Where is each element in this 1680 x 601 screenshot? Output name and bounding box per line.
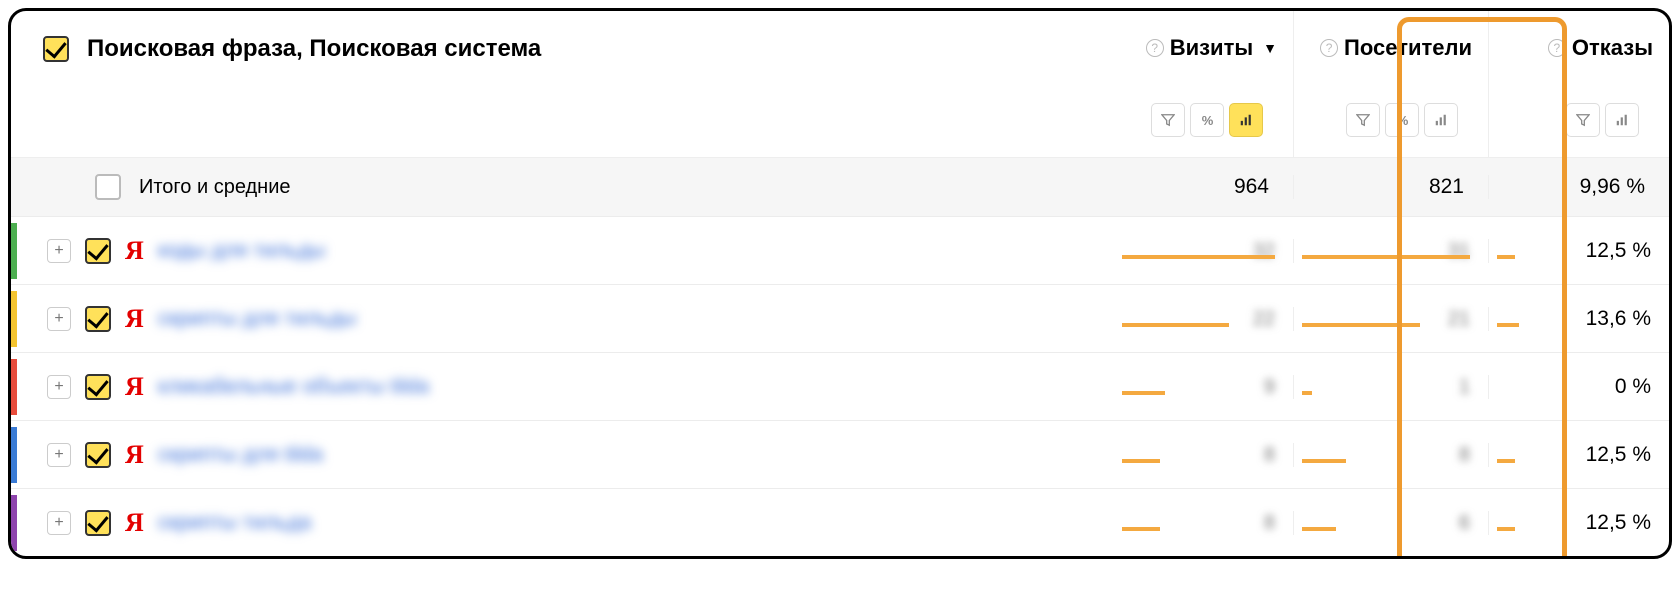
totals-bounces: 9,96 % (1489, 175, 1669, 199)
help-icon[interactable]: ? (1548, 39, 1566, 57)
totals-visits: 964 (1114, 175, 1294, 199)
row-checkbox[interactable] (85, 510, 111, 536)
table-row: + Я кликабельные объекты tilda 9 1 0 % (11, 352, 1669, 420)
data-rows: + Я коды для тильды 32 31 12,5 % + Я скр… (11, 216, 1669, 556)
sort-descending-icon: ▼ (1263, 40, 1277, 56)
table-row: + Я скрипты для tilda 8 8 12,5 % (11, 420, 1669, 488)
chart-button-visitors[interactable] (1424, 103, 1458, 137)
table-row: + Я скрипты тильда 8 6 12,5 % (11, 488, 1669, 556)
cell-visits: 32 (1114, 239, 1294, 263)
expand-button[interactable]: + (47, 443, 71, 467)
expand-button[interactable]: + (47, 239, 71, 263)
yandex-logo-icon: Я (125, 372, 144, 402)
filter-button-visits[interactable] (1151, 103, 1185, 137)
row-color-stripe (11, 223, 17, 279)
percent-button-visits[interactable]: % (1190, 103, 1224, 137)
column-visits-label: Визиты (1170, 35, 1253, 61)
column-visitors-header[interactable]: ? Посетители (1302, 35, 1472, 61)
column-visits-header[interactable]: ? Визиты ▼ (1122, 35, 1277, 61)
table-row: + Я коды для тильды 32 31 12,5 % (11, 216, 1669, 284)
cell-visits: 22 (1114, 307, 1294, 331)
row-color-stripe (11, 359, 17, 415)
row-checkbox[interactable] (85, 442, 111, 468)
cell-visitors: 1 (1294, 375, 1489, 399)
filter-button-visitors[interactable] (1346, 103, 1380, 137)
search-phrase-link[interactable]: кликабельные объекты tilda (158, 375, 429, 399)
help-icon[interactable]: ? (1320, 39, 1338, 57)
yandex-logo-icon: Я (125, 508, 144, 538)
cell-visits: 9 (1114, 375, 1294, 399)
totals-checkbox[interactable] (95, 174, 121, 200)
search-phrase-link[interactable]: скрипты тильда (158, 511, 312, 535)
yandex-logo-icon: Я (125, 236, 144, 266)
cell-visits: 8 (1114, 511, 1294, 535)
search-phrase-link[interactable]: скрипты для тильды (158, 307, 357, 331)
row-checkbox[interactable] (85, 374, 111, 400)
row-checkbox[interactable] (85, 306, 111, 332)
cell-visitors: 21 (1294, 307, 1489, 331)
dimension-label: Поисковая фраза, Поисковая система (87, 35, 541, 63)
row-color-stripe (11, 291, 17, 347)
filter-button-bounces[interactable] (1566, 103, 1600, 137)
row-color-stripe (11, 495, 17, 551)
expand-button[interactable]: + (47, 511, 71, 535)
help-icon[interactable]: ? (1146, 39, 1164, 57)
cell-bounces: 0 % (1489, 375, 1669, 399)
yandex-logo-icon: Я (125, 304, 144, 334)
chart-button-visits[interactable] (1229, 103, 1263, 137)
select-all-checkbox[interactable] (43, 36, 69, 62)
report-panel: Поисковая фраза, Поисковая система ? Виз… (8, 8, 1672, 559)
cell-bounces: 12,5 % (1489, 443, 1669, 467)
column-bounces-label: Отказы (1572, 35, 1653, 61)
search-phrase-link[interactable]: скрипты для tilda (158, 443, 323, 467)
totals-visitors: 821 (1294, 175, 1489, 199)
cell-visitors: 8 (1294, 443, 1489, 467)
cell-visits: 8 (1114, 443, 1294, 467)
table-header: Поисковая фраза, Поисковая система ? Виз… (11, 11, 1669, 158)
table-row: + Я скрипты для тильды 22 21 13,6 % (11, 284, 1669, 352)
expand-button[interactable]: + (47, 307, 71, 331)
cell-visitors: 31 (1294, 239, 1489, 263)
column-visitors-label: Посетители (1344, 35, 1472, 61)
totals-label: Итого и средние (139, 176, 291, 199)
yandex-logo-icon: Я (125, 440, 144, 470)
search-phrase-link[interactable]: коды для тильды (158, 239, 325, 263)
totals-row: Итого и средние 964 821 9,96 % (11, 158, 1669, 216)
cell-visitors: 6 (1294, 511, 1489, 535)
percent-button-visitors[interactable]: % (1385, 103, 1419, 137)
cell-bounces: 12,5 % (1489, 511, 1669, 535)
row-checkbox[interactable] (85, 238, 111, 264)
chart-button-bounces[interactable] (1605, 103, 1639, 137)
cell-bounces: 13,6 % (1489, 307, 1669, 331)
row-color-stripe (11, 427, 17, 483)
column-bounces-header[interactable]: ? Отказы (1497, 35, 1653, 61)
cell-bounces: 12,5 % (1489, 239, 1669, 263)
expand-button[interactable]: + (47, 375, 71, 399)
